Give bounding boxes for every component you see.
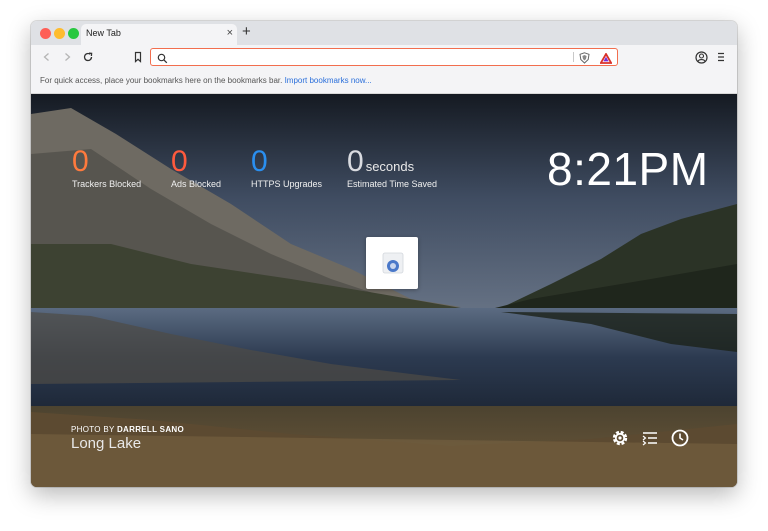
top-site-tile[interactable]	[366, 237, 418, 289]
back-icon[interactable]	[39, 49, 55, 65]
clock: 8:21PM	[547, 143, 709, 195]
url-divider	[573, 52, 574, 62]
toolbar	[31, 45, 737, 69]
tab-strip: New Tab × +	[31, 21, 737, 45]
address-bar[interactable]	[150, 48, 618, 66]
history-icon[interactable]	[670, 428, 690, 448]
stat-value: 0	[251, 145, 268, 178]
site-favicon-icon	[382, 252, 404, 274]
stat-time-saved: 0 seconds Estimated Time Saved	[347, 145, 438, 190]
stat-ads-blocked: 0 Ads Blocked	[171, 145, 222, 190]
profile-icon[interactable]	[693, 49, 709, 65]
tab-title: New Tab	[86, 28, 121, 38]
photo-location: Long Lake	[71, 435, 142, 452]
photo-credit-prefix: PHOTO BY	[71, 425, 115, 434]
stat-label: HTTPS Upgrades	[251, 179, 323, 189]
bookmark-icon[interactable]	[130, 49, 146, 65]
customize-icon[interactable]	[640, 428, 660, 448]
stat-label: Trackers Blocked	[72, 179, 142, 189]
bookmarks-bar-message: For quick access, place your bookmarks h…	[40, 76, 372, 85]
photo-credit: PHOTO BY DARRELL SANO Long Lake	[71, 425, 184, 452]
new-tab-page: 0 Trackers Blocked 0 Ads Blocked 0 HTTPS…	[31, 94, 737, 487]
bookmarks-bar-hint: For quick access, place your bookmarks h…	[40, 76, 283, 85]
url-input[interactable]	[171, 49, 551, 65]
forward-icon[interactable]	[59, 49, 75, 65]
tab-close-icon[interactable]: ×	[227, 27, 233, 39]
stat-value: 0	[171, 145, 188, 178]
window-minimize-button[interactable]	[54, 28, 65, 39]
stat-value: 0	[72, 145, 89, 178]
bookmarks-bar: For quick access, place your bookmarks h…	[31, 69, 737, 94]
brave-rewards-icon[interactable]	[599, 51, 613, 69]
photo-author: DARRELL SANO	[116, 425, 184, 434]
window-maximize-button[interactable]	[68, 28, 79, 39]
import-bookmarks-link[interactable]: Import bookmarks now...	[285, 76, 372, 85]
stat-unit: seconds	[365, 159, 415, 174]
settings-icon[interactable]	[610, 428, 630, 448]
new-tab-button[interactable]: +	[242, 24, 251, 40]
stat-label: Ads Blocked	[171, 179, 222, 189]
stat-trackers-blocked: 0 Trackers Blocked	[72, 145, 142, 190]
stat-value: 0	[347, 145, 364, 178]
tab-new-tab[interactable]: New Tab ×	[81, 24, 237, 45]
reload-icon[interactable]	[80, 49, 96, 65]
browser-window: New Tab × + For quick access, place your…	[31, 21, 737, 487]
window-close-button[interactable]	[40, 28, 51, 39]
stat-label: Estimated Time Saved	[347, 179, 438, 189]
menu-icon[interactable]	[713, 49, 729, 65]
stat-https-upgrades: 0 HTTPS Upgrades	[251, 145, 323, 190]
search-icon	[157, 51, 168, 69]
brave-shields-icon[interactable]	[579, 51, 590, 69]
